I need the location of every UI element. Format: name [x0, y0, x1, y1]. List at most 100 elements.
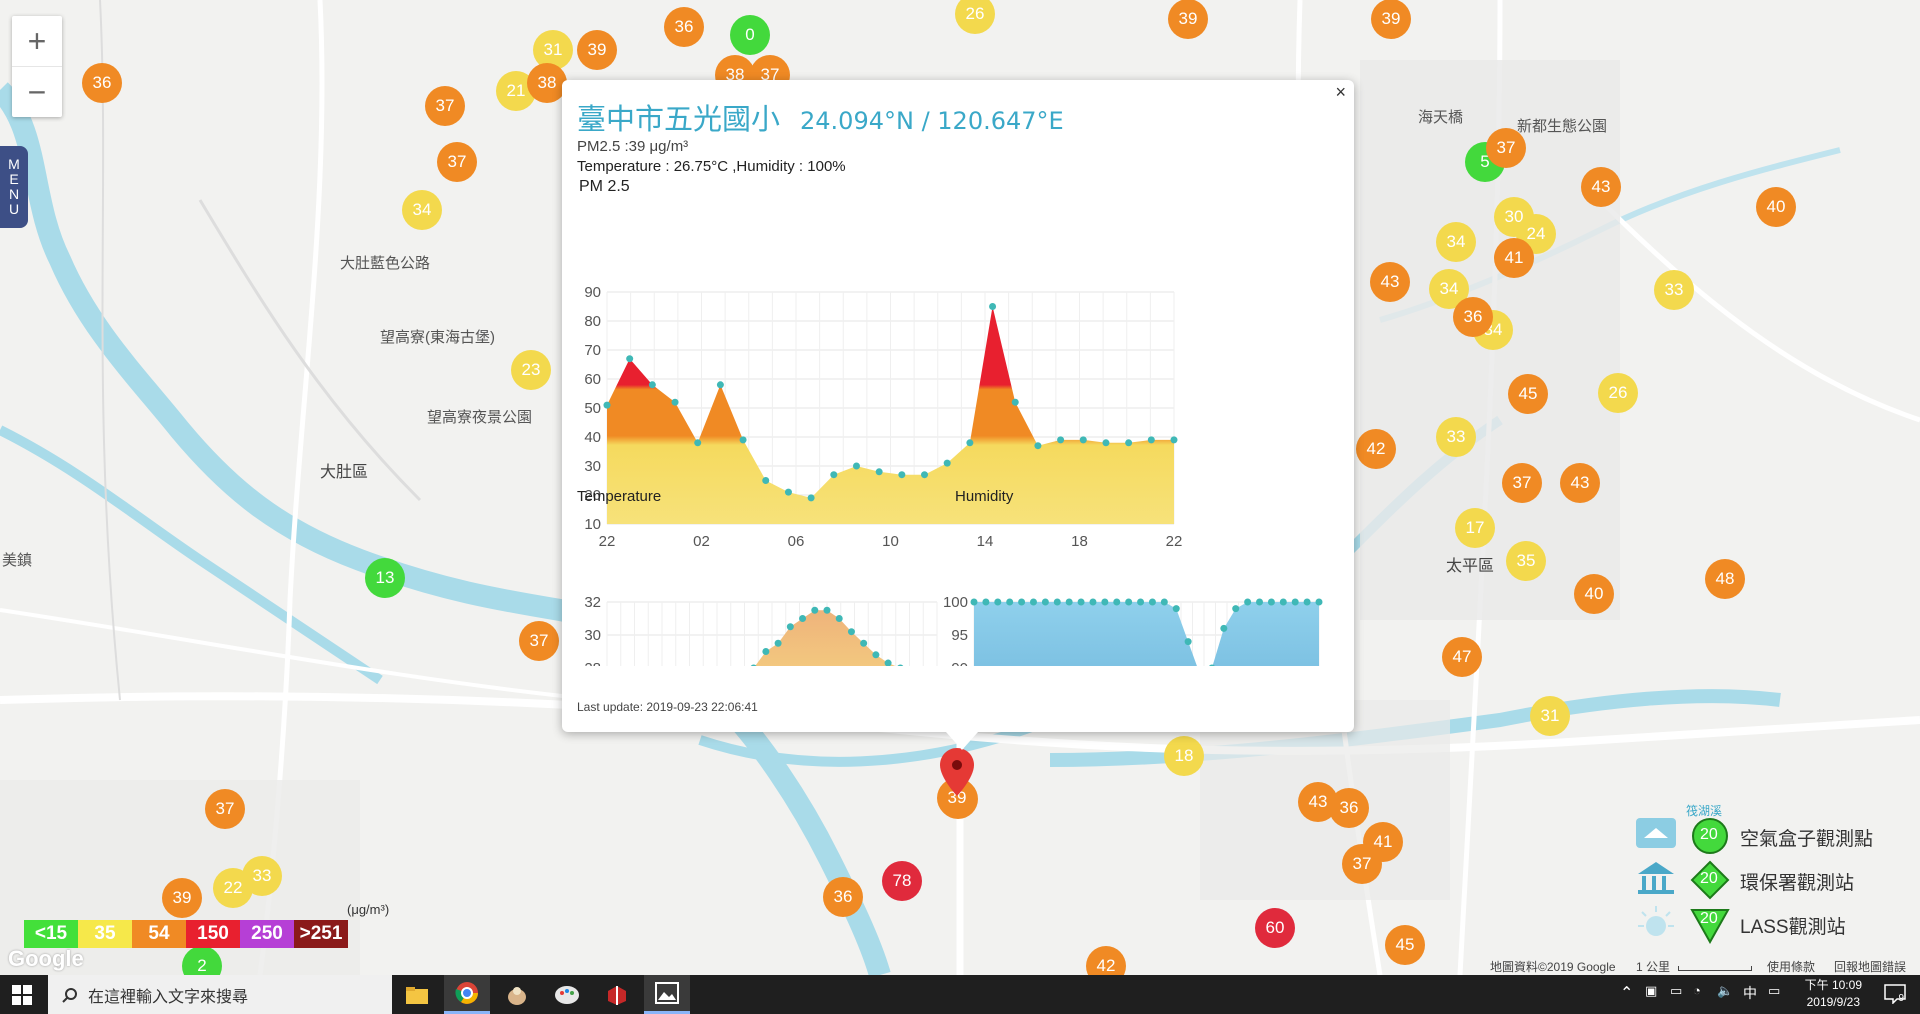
data-point — [994, 598, 1002, 606]
aqi-marker[interactable]: 39 — [1168, 0, 1208, 39]
report-error-link[interactable]: 回報地圖錯誤 — [1834, 958, 1906, 975]
aqi-marker[interactable]: 17 — [1455, 508, 1495, 548]
aqi-marker[interactable]: 33 — [1654, 270, 1694, 310]
aqi-marker[interactable]: 36 — [1453, 297, 1493, 337]
aqi-marker[interactable]: 37 — [1486, 128, 1526, 168]
aqi-marker[interactable]: 36 — [82, 63, 122, 103]
aqi-marker[interactable]: 22 — [213, 868, 253, 908]
data-point — [1125, 598, 1133, 606]
aqi-marker[interactable]: 41 — [1494, 238, 1534, 278]
sketchup-icon[interactable] — [594, 975, 640, 1014]
aqi-marker[interactable]: 34 — [402, 190, 442, 230]
data-point — [989, 303, 997, 310]
aqi-marker[interactable]: 42 — [1356, 429, 1396, 469]
paint-icon[interactable] — [544, 975, 590, 1014]
data-point — [921, 471, 929, 479]
data-point — [1057, 436, 1065, 444]
tray-security-icon[interactable]: ▣ — [1645, 983, 1657, 999]
tray-battery-icon[interactable]: ▭ — [1670, 983, 1682, 999]
menu-letter: N — [8, 186, 20, 202]
data-point — [835, 615, 843, 622]
data-point — [1034, 442, 1042, 450]
tray-chevron-icon[interactable]: ⌃ — [1620, 983, 1633, 1003]
data-point — [1279, 598, 1287, 606]
google-logo: Google — [8, 946, 84, 971]
zoom-out-button[interactable]: − — [12, 66, 62, 117]
search-placeholder: 在這裡輸入文字來搜尋 — [88, 988, 249, 1006]
y-tick-label: 70 — [584, 342, 601, 359]
data-point — [648, 381, 656, 389]
data-point — [1065, 598, 1073, 606]
aqi-marker[interactable]: 38 — [527, 63, 567, 103]
aqi-marker[interactable]: 0 — [730, 15, 770, 55]
aqi-legend: <15 35 54 150 250 >251 — [24, 920, 348, 948]
aqi-marker[interactable]: 35 — [1506, 541, 1546, 581]
aqi-marker[interactable]: 45 — [1385, 925, 1425, 965]
aqi-marker[interactable]: 78 — [882, 861, 922, 901]
aqi-marker[interactable]: 43 — [1560, 463, 1600, 503]
aqi-marker[interactable]: 43 — [1581, 167, 1621, 207]
aqi-marker[interactable]: 43 — [1370, 262, 1410, 302]
menu-tab[interactable]: M E N U — [0, 146, 28, 228]
data-point — [1244, 598, 1252, 606]
location-pin-icon[interactable] — [940, 748, 974, 798]
aqi-marker[interactable]: 60 — [1255, 908, 1295, 948]
tray-network-icon[interactable]: ◔ — [1693, 983, 1701, 998]
aqi-marker[interactable]: 40 — [1756, 187, 1796, 227]
place-label: 海天橋 — [1418, 109, 1464, 126]
taskbar-search[interactable]: 在這裡輸入文字來搜尋 — [48, 975, 392, 1014]
popup-tail — [946, 732, 978, 750]
tray-ime[interactable]: 中 — [1743, 983, 1757, 1003]
taskbar-clock[interactable]: 下午 10:09 2019/9/23 — [1805, 977, 1862, 1011]
data-point — [970, 598, 978, 606]
aqi-marker[interactable]: 18 — [1164, 736, 1204, 776]
aqi-marker[interactable]: 47 — [1442, 637, 1482, 677]
aqi-marker[interactable]: 36 — [823, 877, 863, 917]
aqi-marker[interactable]: 45 — [1508, 374, 1548, 414]
aqi-marker[interactable]: 31 — [1530, 696, 1570, 736]
aqi-marker[interactable]: 23 — [511, 350, 551, 390]
aqi-marker[interactable]: 37 — [519, 621, 559, 661]
data-point — [1148, 598, 1156, 606]
windows-taskbar: 在這裡輸入文字來搜尋 ⌃ ▣ ▭ ◔ 🔈 中 ▭ 下午 10:09 2019/9… — [0, 975, 1920, 1014]
zoom-in-button[interactable]: + — [12, 16, 62, 66]
aqi-marker[interactable]: 39 — [577, 30, 617, 70]
photos-icon[interactable] — [644, 975, 690, 1014]
chrome-icon[interactable] — [444, 975, 490, 1014]
aqi-marker[interactable]: 39 — [1371, 0, 1411, 39]
data-point — [762, 477, 770, 484]
aqi-marker[interactable]: 40 — [1574, 574, 1614, 614]
aqi-marker[interactable]: 36 — [664, 7, 704, 47]
aqi-marker[interactable]: 13 — [365, 558, 405, 598]
aqi-marker[interactable]: 26 — [1598, 373, 1638, 413]
aqi-marker[interactable]: 33 — [1436, 417, 1476, 457]
tray-keyboard-icon[interactable]: ▭ — [1768, 983, 1780, 999]
tray-volume-icon[interactable]: 🔈 — [1717, 983, 1733, 999]
aqi-marker[interactable]: 48 — [1705, 559, 1745, 599]
data-point — [982, 598, 990, 606]
aqi-marker[interactable]: 36 — [1329, 788, 1369, 828]
windows-start-icon[interactable] — [12, 985, 32, 1005]
data-point — [1315, 598, 1323, 606]
aqi-marker[interactable]: 34 — [1436, 222, 1476, 262]
temperature-chart: 2426283032 — [584, 594, 938, 666]
aqi-marker[interactable]: 37 — [205, 789, 245, 829]
data-point — [875, 468, 883, 476]
file-explorer-icon[interactable] — [394, 975, 440, 1014]
aqi-marker[interactable]: 37 — [437, 142, 477, 182]
legend-label: 空氣盒子觀測點 — [1740, 829, 1874, 850]
pm25-chart: 10203040506070809022 02 06 10 14 18 22 — [584, 284, 1182, 550]
terms-link[interactable]: 使用條款 — [1767, 958, 1815, 975]
data-point — [1256, 598, 1264, 606]
close-icon[interactable]: × — [1335, 82, 1346, 103]
y-tick-label: 95 — [951, 627, 968, 644]
data-point — [847, 628, 855, 636]
aqi-marker[interactable]: 37 — [1342, 844, 1382, 884]
aqi-marker[interactable]: 37 — [1502, 463, 1542, 503]
aqi-marker[interactable]: 37 — [425, 86, 465, 126]
aqi-marker[interactable]: 39 — [162, 878, 202, 918]
app-icon[interactable] — [494, 975, 540, 1014]
data-point — [1172, 605, 1180, 613]
map-data-attribution[interactable]: 地圖資料©2019 Google — [1490, 958, 1616, 975]
data-point — [774, 639, 782, 647]
